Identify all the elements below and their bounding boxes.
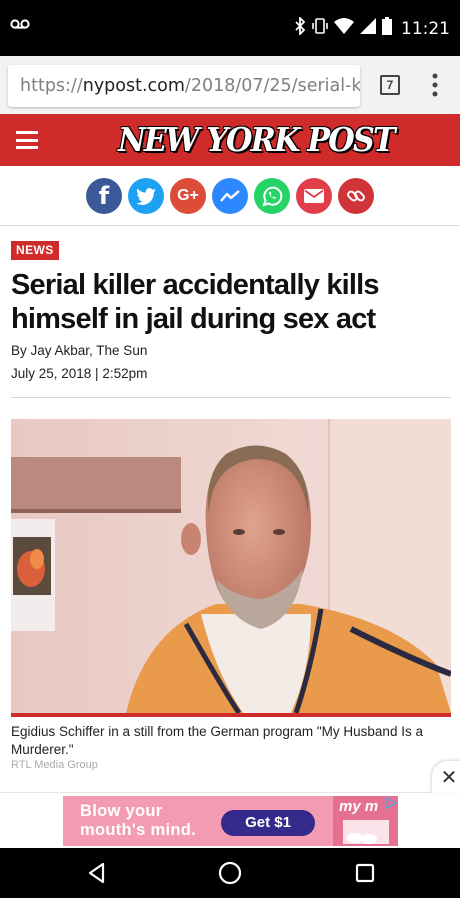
overflow-menu-icon[interactable] [428, 72, 442, 98]
facebook-share-button[interactable]: f [86, 178, 122, 214]
url-prefix: https:// [20, 76, 83, 96]
photo-accent-bar [11, 713, 451, 717]
url-path: /2018/07/25/serial-killer- [184, 76, 360, 96]
share-bar: f G+ [0, 166, 460, 226]
ad-close-button[interactable]: ✕ [432, 761, 460, 793]
google-plus-share-button[interactable]: G+ [170, 178, 206, 214]
ad-product-graphic [343, 820, 389, 844]
twitter-icon [136, 187, 156, 205]
messenger-icon [220, 190, 240, 202]
twitter-share-button[interactable] [128, 178, 164, 214]
adchoices-icon[interactable] [385, 797, 397, 809]
copy-link-button[interactable] [338, 178, 374, 214]
messenger-share-button[interactable] [212, 178, 248, 214]
battery-icon [382, 17, 392, 35]
email-icon [304, 189, 324, 203]
article-byline: By Jay Akbar, The Sun [11, 343, 148, 358]
article-photo-image [11, 419, 451, 713]
back-icon[interactable] [84, 860, 110, 886]
divider [11, 397, 451, 398]
ad-brand-text: my m [339, 798, 379, 815]
email-share-button[interactable] [296, 178, 332, 214]
whatsapp-icon [262, 186, 283, 207]
bluetooth-icon [295, 17, 306, 35]
voicemail-icon [10, 19, 30, 29]
link-icon [347, 190, 365, 202]
recents-icon[interactable] [352, 860, 378, 886]
site-header: NEW YORK POST [0, 114, 460, 166]
photo-caption: Egidius Schiffer in a still from the Ger… [11, 724, 423, 757]
article-date: July 25, 2018 | 2:52pm [11, 366, 148, 381]
browser-toolbar: https://nypost.com/2018/07/25/serial-kil… [0, 56, 460, 114]
vibrate-icon [312, 18, 328, 34]
article-photo[interactable] [11, 419, 451, 713]
google-plus-icon: G+ [177, 187, 199, 204]
photo-credit: RTL Media Group [11, 759, 98, 771]
wifi-icon [334, 18, 354, 34]
facebook-icon: f [98, 182, 110, 210]
ad-copy: Blow your mouth's mind. [80, 802, 196, 840]
status-bar: 11:21 [0, 0, 460, 56]
ad-copy-line2: mouth's mind. [80, 821, 196, 839]
close-icon: ✕ [440, 766, 458, 789]
ad-copy-line1: Blow your [80, 802, 163, 820]
article-headline: Serial killer accidentally kills himself… [11, 269, 380, 335]
hamburger-menu-icon[interactable] [16, 131, 38, 149]
whatsapp-share-button[interactable] [254, 178, 290, 214]
section-tag[interactable]: NEWS [11, 241, 59, 260]
advertisement[interactable]: Blow your mouth's mind. Get $1 my m [63, 796, 398, 846]
url-field[interactable]: https://nypost.com/2018/07/25/serial-kil… [8, 65, 360, 107]
clock: 11:21 [401, 19, 450, 39]
tab-switcher-button[interactable]: 7 [380, 75, 400, 95]
ad-cta-button[interactable]: Get $1 [221, 810, 315, 836]
signal-icon [360, 18, 376, 34]
system-nav-bar [0, 848, 460, 898]
url-host: nypost.com [82, 76, 185, 96]
home-icon[interactable] [217, 860, 243, 886]
site-logo[interactable]: NEW YORK POST [118, 120, 396, 159]
